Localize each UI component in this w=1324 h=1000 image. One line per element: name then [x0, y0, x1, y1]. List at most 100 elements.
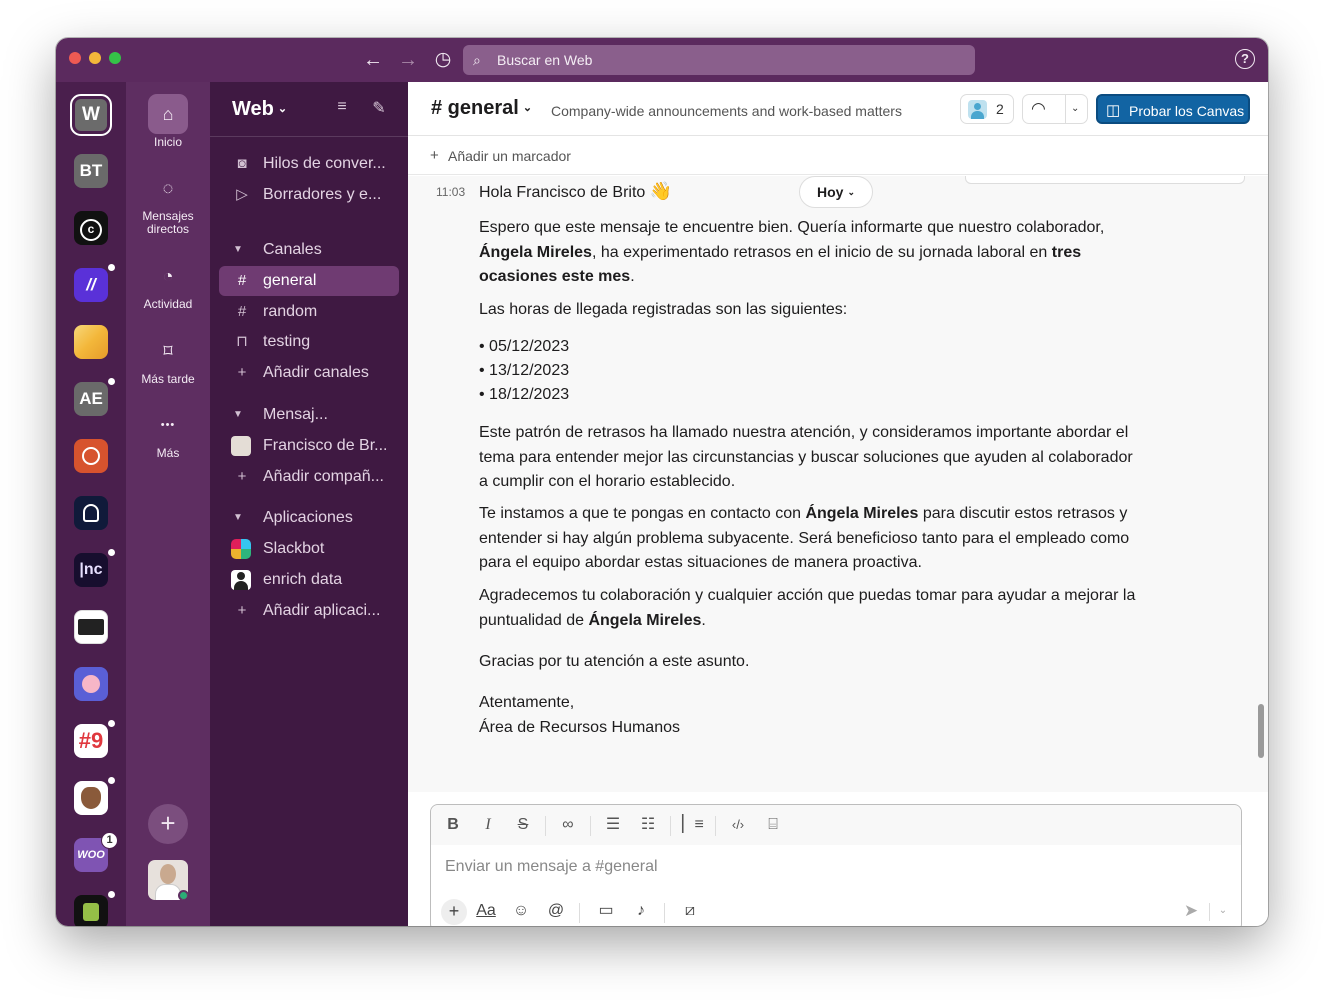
toolbar-divider: [579, 903, 580, 923]
slash-command-icon[interactable]: ⧄: [677, 899, 703, 923]
code-icon[interactable]: ‹/›: [725, 814, 751, 836]
unread-dot: [108, 378, 115, 385]
add-bookmark-button[interactable]: + Añadir un marcador: [408, 137, 1268, 175]
workspace-shopify-logo-icon[interactable]: [74, 895, 108, 926]
message-list-item: • 18/12/2023: [479, 386, 570, 403]
toolbar-divider: [670, 816, 671, 836]
workspace-orange-logo-icon[interactable]: [74, 439, 108, 473]
nav-activity[interactable]: ◔ Actividad: [126, 256, 210, 311]
sidebar-item-random[interactable]: # random: [219, 297, 399, 327]
workspace-deer-logo-icon[interactable]: [74, 781, 108, 815]
chevron-down-icon: ⌄: [522, 102, 533, 114]
microphone-icon[interactable]: ♪: [628, 899, 654, 923]
workspace-web[interactable]: W: [70, 94, 112, 136]
huddle-button[interactable]: ◠ ⌄: [1022, 94, 1088, 124]
date-divider-button[interactable]: Hoy ⌄: [799, 176, 873, 208]
sidebar-item-general[interactable]: # general: [219, 266, 399, 296]
section-dms-toggle[interactable]: ▼ Mensaj...: [219, 400, 399, 430]
mention-icon[interactable]: @: [543, 899, 569, 923]
avatar-icon: [231, 436, 251, 456]
workspace-name-button[interactable]: Web ⌄: [232, 98, 287, 121]
bullet-list-icon[interactable]: ☷: [635, 814, 661, 836]
message-list: 11:03 Hola Francisco de Brito 👋 Hoy ⌄ Esp…: [408, 176, 1268, 792]
plus-icon[interactable]: +: [441, 899, 467, 925]
toolbar-divider: [545, 816, 546, 836]
hash-icon: #: [237, 303, 247, 320]
nav-home[interactable]: ⌂ Inicio: [126, 94, 210, 149]
title-bar: ← → ◷ ⌕ Buscar en Web ?: [56, 38, 1268, 82]
nav-direct-messages[interactable]: ◌ Mensajes directos: [126, 168, 210, 236]
workspace-shield-logo-icon[interactable]: [74, 496, 108, 530]
help-icon[interactable]: ?: [1235, 49, 1255, 69]
sidebar-item-slackbot[interactable]: Slackbot: [219, 534, 399, 564]
emoji-icon[interactable]: ☺: [508, 899, 534, 923]
unread-dot: [108, 549, 115, 556]
italic-icon[interactable]: I: [475, 814, 501, 836]
ordered-list-icon[interactable]: ☰: [600, 814, 626, 836]
message-actions-toolbar[interactable]: [965, 176, 1245, 184]
message-paragraph: Gracias por tu atención a este asunto.: [479, 653, 750, 670]
sidebar-item-drafts[interactable]: ▷ Borradores y e...: [219, 180, 399, 210]
channel-header: # general ⌄ Company-wide announcements an…: [408, 82, 1268, 136]
arrow-right-icon[interactable]: →: [395, 47, 421, 73]
nav-later[interactable]: ⌑ Más tarde: [126, 331, 210, 386]
channel-name-button[interactable]: # general ⌄: [431, 97, 532, 120]
strikethrough-icon[interactable]: S: [510, 814, 536, 836]
sidebar-item-dm-francisco[interactable]: Francisco de Br...: [219, 431, 399, 461]
message-timestamp[interactable]: 11:03: [436, 185, 465, 199]
section-channels-toggle[interactable]: ▼ Canales: [219, 235, 399, 265]
code-block-icon[interactable]: ⌸: [760, 814, 786, 836]
members-button[interactable]: 2: [960, 94, 1014, 124]
add-channels-button[interactable]: + Añadir canales: [219, 358, 399, 388]
chat-bubbles-icon: ◌: [162, 178, 174, 198]
section-apps-toggle[interactable]: ▼ Aplicaciones: [219, 503, 399, 533]
clock-icon[interactable]: ◷: [430, 47, 456, 73]
workspace-hash9-logo-icon[interactable]: #9: [74, 724, 108, 758]
unread-dot: [108, 777, 115, 784]
user-avatar[interactable]: [148, 860, 188, 900]
avatar-head: [160, 864, 176, 884]
workspace-nc-logo-icon[interactable]: |nc: [74, 553, 108, 587]
scrollbar[interactable]: [1258, 704, 1264, 758]
blockquote-icon[interactable]: ▏≡: [680, 814, 706, 836]
message-input[interactable]: [431, 845, 1241, 889]
caret-down-icon: ▼: [233, 244, 243, 255]
try-canvas-button[interactable]: ◫ Probar los Canvas: [1096, 94, 1250, 124]
unread-dot: [108, 891, 115, 898]
nav-more[interactable]: ••• Más: [126, 405, 210, 460]
close-window-button[interactable]: [69, 52, 81, 64]
zoom-window-button[interactable]: [109, 52, 121, 64]
workspace-c-logo-icon[interactable]: c: [74, 211, 108, 245]
minimize-window-button[interactable]: [89, 52, 101, 64]
workspace-blob-logo-icon[interactable]: [74, 667, 108, 701]
member-avatar-icon: [968, 100, 987, 119]
workspace-bt[interactable]: BT: [74, 154, 108, 188]
add-workspace-button[interactable]: +: [148, 804, 188, 844]
video-icon[interactable]: ▭: [593, 899, 619, 923]
send-icon[interactable]: ➤: [1179, 899, 1203, 923]
arrow-left-icon[interactable]: ←: [360, 47, 386, 73]
chevron-down-icon[interactable]: ⌄: [1071, 95, 1079, 123]
plus-icon: +: [237, 468, 247, 485]
link-icon[interactable]: ∞: [555, 814, 581, 836]
workspace-m-logo-icon[interactable]: //: [74, 268, 108, 302]
workspace-custom-logo-icon[interactable]: [74, 610, 108, 644]
workspace-ae[interactable]: AE: [74, 382, 108, 416]
message-list-item: • 13/12/2023: [479, 362, 570, 379]
text-format-icon[interactable]: Aa: [473, 899, 499, 923]
search-input[interactable]: ⌕ Buscar en Web: [463, 45, 975, 75]
add-apps-button[interactable]: + Añadir aplicaci...: [219, 596, 399, 626]
filter-icon[interactable]: ≡: [331, 98, 353, 120]
bold-icon[interactable]: B: [440, 814, 466, 836]
compose-icon[interactable]: ✎: [368, 98, 390, 120]
sidebar-item-testing[interactable]: ⊓ testing: [219, 327, 399, 357]
ellipsis-icon: •••: [160, 419, 176, 431]
lock-icon: ⊓: [236, 333, 248, 350]
bell-icon: ◔: [162, 266, 174, 286]
sidebar-item-threads[interactable]: ◙ Hilos de conver...: [219, 149, 399, 179]
workspace-box-logo-icon[interactable]: [74, 325, 108, 359]
avatar-body: [155, 884, 181, 900]
sidebar-item-enrich-data[interactable]: enrich data: [219, 565, 399, 595]
chevron-down-icon[interactable]: ⌄: [1215, 899, 1231, 923]
add-teammates-button[interactable]: + Añadir compañ...: [219, 462, 399, 492]
